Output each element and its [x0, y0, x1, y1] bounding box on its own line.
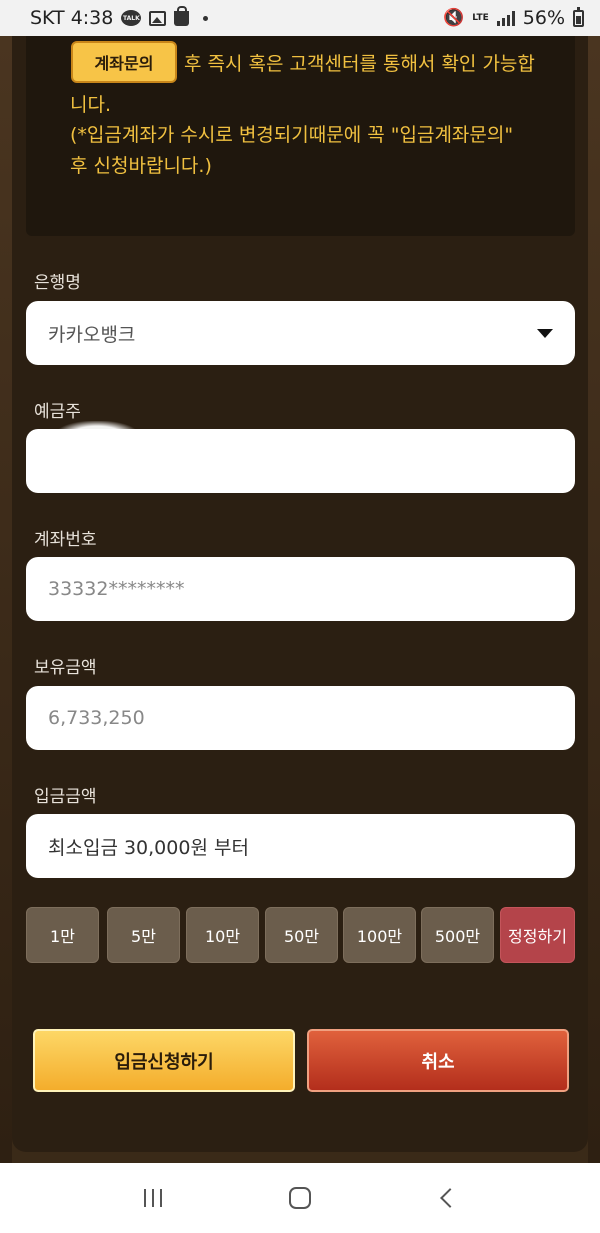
quick-amount-button-5[interactable]: 5만	[107, 907, 180, 963]
signal-icon	[496, 10, 515, 26]
balance-field[interactable]: 6,733,250	[26, 686, 575, 750]
quick-amount-button-1[interactable]: 1만	[26, 907, 99, 963]
balance-label: 보유금액	[34, 658, 97, 678]
notice-line-2: 니다.	[70, 94, 111, 116]
shopping-bag-icon	[174, 5, 190, 26]
quick-amount-button-100[interactable]: 100만	[343, 907, 416, 963]
deposit-amount-input[interactable]: 최소입금 30,000원 부터	[26, 814, 575, 878]
quick-amount-button-10[interactable]: 10만	[186, 907, 259, 963]
gallery-icon	[149, 10, 167, 26]
battery-icon	[573, 6, 584, 27]
background-strip-left	[0, 36, 12, 1163]
caret-down-icon	[537, 328, 553, 338]
mute-icon: 🔇	[443, 8, 465, 28]
quick-amount-button-50[interactable]: 50만	[265, 907, 338, 963]
carrier-time: SKT 4:38	[30, 7, 114, 29]
navigation-bar	[0, 1163, 600, 1233]
status-bar: SKT 4:38 TALK 🔇 LTE 56%	[0, 0, 600, 36]
account-inquiry-button[interactable]: 계좌문의	[71, 41, 177, 83]
kakaotalk-icon: TALK	[121, 10, 142, 26]
account-number-label: 계좌번호	[34, 530, 97, 550]
notice-line-1: 후 즉시 혹은 고객센터를 통해서 확인 가능합	[184, 53, 535, 75]
home-icon	[288, 1187, 311, 1209]
deposit-amount-label: 입금금액	[34, 787, 97, 807]
deposit-amount-placeholder: 최소입금 30,000원 부터	[48, 836, 249, 859]
submit-deposit-button[interactable]: 입금신청하기	[33, 1029, 295, 1092]
redaction-blur	[57, 421, 137, 449]
cancel-button[interactable]: 취소	[307, 1029, 569, 1092]
quick-amount-button-500[interactable]: 500만	[421, 907, 494, 963]
more-notifications-icon	[203, 15, 209, 21]
bank-select[interactable]: 카카오뱅크	[26, 301, 575, 365]
back-button[interactable]	[417, 1173, 477, 1223]
quick-amount-row: 1만 5만 10만 50만 100만 500만 정정하기	[26, 907, 575, 963]
background-strip-right	[588, 36, 600, 1163]
notice-line-4: 후 신청바랍니다.)	[70, 155, 212, 177]
network-type: LTE	[472, 12, 489, 23]
holder-label: 예금주	[34, 402, 81, 422]
account-number-field[interactable]: 33332********	[26, 557, 575, 621]
account-number-value: 33332********	[48, 578, 185, 600]
recent-apps-button[interactable]	[123, 1173, 183, 1223]
reset-amount-button[interactable]: 정정하기	[500, 907, 575, 963]
lte-icon: LTE	[472, 12, 489, 23]
bank-select-value: 카카오뱅크	[48, 323, 136, 346]
bank-label: 은행명	[34, 273, 81, 293]
notice-box: 계좌문의 후 즉시 혹은 고객센터를 통해서 확인 가능합 니다. (*입금계좌…	[26, 36, 575, 236]
recent-apps-icon	[144, 1189, 163, 1207]
notice-line-3: (*입금계좌가 수시로 변경되기때문에 꼭 "입금계좌문의"	[70, 124, 514, 146]
balance-value: 6,733,250	[48, 707, 145, 729]
home-button[interactable]	[270, 1173, 330, 1223]
back-icon	[439, 1188, 460, 1208]
battery-percent: 56%	[522, 7, 565, 29]
deposit-form-panel: 계좌문의 후 즉시 혹은 고객센터를 통해서 확인 가능합 니다. (*입금계좌…	[12, 36, 588, 1152]
